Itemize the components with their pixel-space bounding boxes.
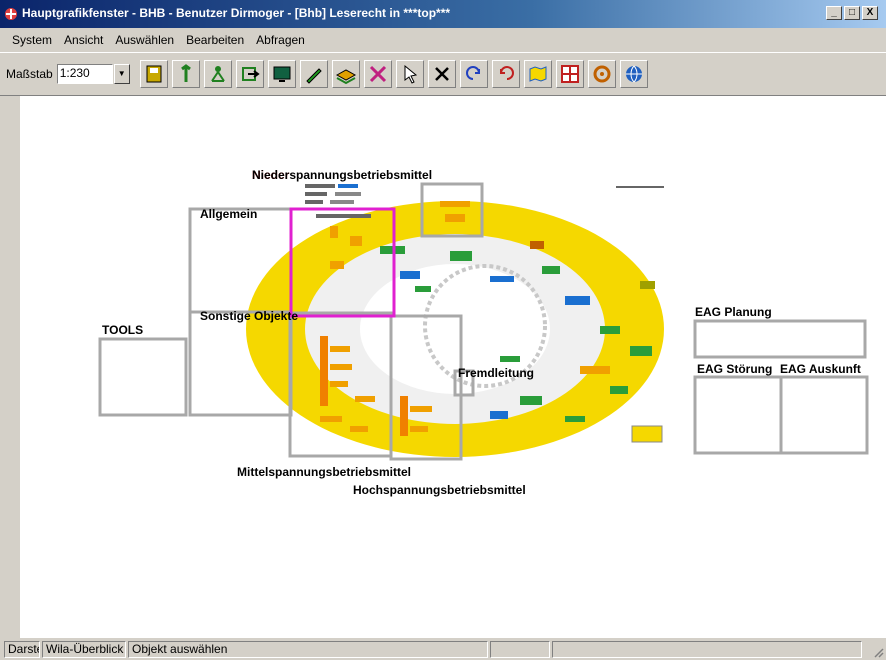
window-title: Hauptgrafikfenster - BHB - Benutzer Dirm… [22, 6, 451, 20]
undo-icon [465, 66, 480, 80]
map-icon [529, 66, 547, 82]
delete-pattern-button[interactable] [363, 60, 392, 88]
box-eag-planung[interactable] [693, 319, 867, 359]
layer-button[interactable] [331, 60, 360, 88]
status-darstell: Darstell [4, 640, 40, 658]
save-button[interactable] [139, 60, 168, 88]
label-eag-stoerung[interactable]: EAG Störung [697, 362, 772, 376]
map-canvas[interactable]: Nieder Niederspannungsbetriebsmittel All… [20, 96, 886, 638]
scale-label: Maßstab [6, 67, 53, 81]
status-action: Objekt auswählen [128, 640, 488, 658]
map-button[interactable] [523, 60, 552, 88]
redo-icon [499, 66, 514, 80]
menu-abfragen[interactable]: Abfragen [250, 33, 311, 47]
menu-bar: System Ansicht Auswählen Bearbeiten Abfr… [0, 28, 886, 52]
tools-icon [180, 64, 191, 82]
left-margin [0, 96, 20, 638]
status-empty-1 [490, 640, 550, 658]
close-icon [434, 67, 449, 81]
status-bar: Darstell Wila-Überblick Objekt auswählen [0, 638, 886, 660]
settings-button[interactable] [587, 60, 616, 88]
redo-button[interactable] [491, 60, 520, 88]
label-mittelspannung[interactable]: Mittelspannungsbetriebsmittel [237, 465, 411, 479]
grid-button[interactable] [555, 60, 584, 88]
minimize-button[interactable]: _ [826, 6, 842, 20]
edit-icon [305, 68, 322, 84]
box-eag-stoerung[interactable] [693, 375, 783, 455]
close-button[interactable] [427, 60, 456, 88]
save-icon [146, 65, 162, 83]
toolbar: Maßstab 1:230 ▼ [0, 52, 886, 96]
title-bar: Hauptgrafikfenster - BHB - Benutzer Dirm… [0, 0, 886, 28]
screen-icon [273, 66, 291, 82]
close-button[interactable]: X [862, 6, 878, 20]
edit-button[interactable] [299, 60, 328, 88]
settings-icon [593, 65, 611, 83]
menu-bearbeiten[interactable]: Bearbeiten [180, 33, 250, 47]
export-icon [241, 67, 260, 81]
scale-input[interactable]: 1:230 [56, 64, 113, 84]
layer-icon [335, 69, 356, 85]
globe-button[interactable] [619, 60, 648, 88]
undo-button[interactable] [459, 60, 488, 88]
export-button[interactable] [235, 60, 264, 88]
tools-button[interactable] [171, 60, 200, 88]
scale-select[interactable]: 1:230 ▼ [56, 64, 130, 84]
pointer-icon [404, 64, 417, 84]
status-empty-2 [552, 640, 862, 658]
label-eag-planung[interactable]: EAG Planung [695, 305, 772, 319]
label-sonstige-objekte[interactable]: Sonstige Objekte [200, 309, 298, 323]
box-eag-auskunft[interactable] [779, 375, 869, 455]
network-button[interactable] [203, 60, 232, 88]
legend-clusters [305, 184, 664, 204]
label-eag-auskunft[interactable]: EAG Auskunft [780, 362, 861, 376]
label-tools[interactable]: TOOLS [102, 323, 143, 337]
menu-system[interactable]: System [6, 33, 58, 47]
label-hochspannung[interactable]: Hochspannungsbetriebsmittel [353, 483, 526, 497]
label-niederspannung[interactable]: Niederspannungsbetriebsmittel [252, 168, 432, 182]
status-view: Wila-Überblick [42, 640, 126, 658]
menu-auswaehlen[interactable]: Auswählen [109, 33, 180, 47]
resize-grip-icon[interactable] [872, 646, 884, 658]
app-icon [5, 8, 17, 20]
box-tools[interactable] [98, 337, 188, 417]
pointer-button[interactable] [395, 60, 424, 88]
label-fremdleitung[interactable]: Fremdleitung [458, 366, 534, 380]
grid-icon [560, 65, 579, 83]
label-allgemein[interactable]: Allgemein [200, 207, 257, 221]
chevron-down-icon[interactable]: ▼ [113, 64, 130, 84]
globe-icon [625, 65, 642, 83]
menu-ansicht[interactable]: Ansicht [58, 33, 109, 47]
delete-pattern-icon [369, 65, 386, 83]
screen-button[interactable] [267, 60, 296, 88]
network-icon [210, 66, 225, 82]
maximize-button[interactable]: □ [844, 6, 860, 20]
